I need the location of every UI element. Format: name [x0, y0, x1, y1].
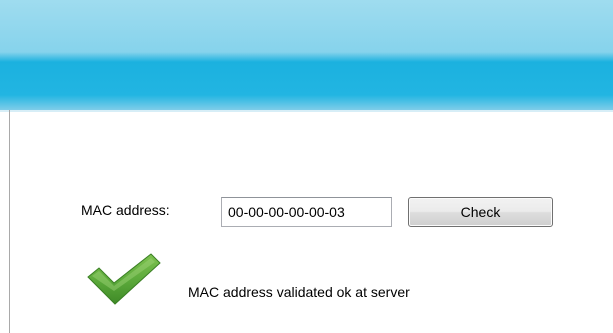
content-left-border	[9, 110, 10, 333]
header-divider	[0, 110, 613, 112]
mac-address-label: MAC address:	[81, 202, 170, 218]
check-button[interactable]: Check	[408, 197, 553, 227]
validation-status-message: MAC address validated ok at server	[188, 284, 410, 300]
check-icon	[87, 253, 161, 305]
header-band	[0, 0, 613, 110]
mac-address-input[interactable]	[221, 197, 392, 227]
window: MAC address: Check MAC address validated…	[0, 0, 613, 333]
